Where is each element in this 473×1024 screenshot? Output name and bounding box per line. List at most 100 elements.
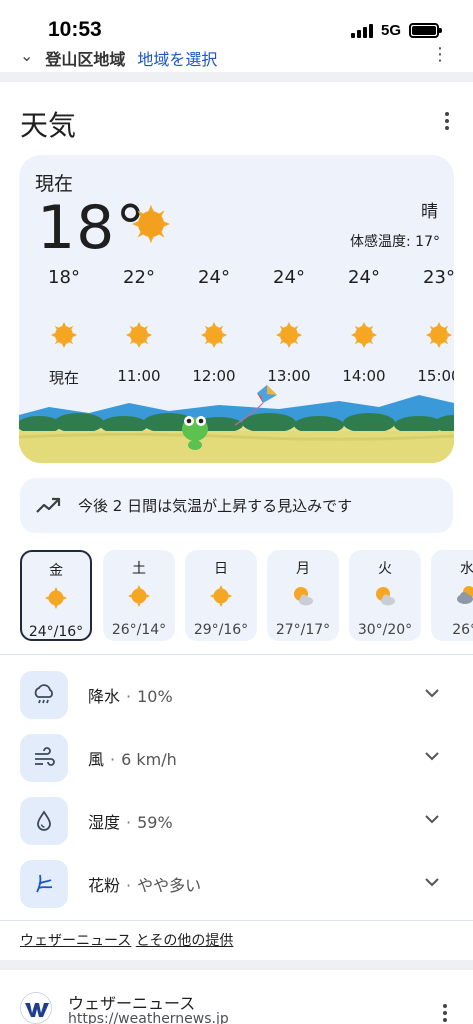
battery-icon	[409, 23, 442, 38]
sun-icon	[132, 205, 170, 243]
chevron-down-icon[interactable]	[425, 751, 439, 761]
humidity-text: 湿度 · 59%	[88, 813, 173, 832]
sun-icon	[45, 587, 67, 609]
chevron-down-icon[interactable]	[425, 688, 439, 698]
day-card[interactable]: 水 26°/	[431, 550, 473, 641]
weather-title: 天気	[20, 109, 77, 142]
hourly-item: 24° 12:00	[179, 267, 249, 385]
partly-cloudy-icon	[294, 587, 313, 606]
hour-time: 14:00	[342, 367, 386, 385]
detail-label: 降水	[88, 687, 121, 706]
day-temp: 29°/16°	[193, 622, 249, 638]
hourly-item: 24° 13:00	[254, 267, 324, 385]
day-card[interactable]: 火 30°/20°	[349, 550, 421, 641]
status-time: 10:53	[48, 18, 102, 41]
day-name: 金	[49, 563, 63, 579]
detail-label: 風	[88, 750, 105, 769]
hour-temp: 24°	[198, 267, 230, 288]
trending-up-icon	[36, 497, 61, 513]
day-card-selected[interactable]: 金 24°/16°	[20, 550, 92, 641]
day-temp: 26°/	[452, 622, 473, 638]
humidity-icon	[20, 797, 68, 845]
wind-row[interactable]: 風 · 6 km/h	[0, 731, 473, 783]
hour-temp: 24°	[348, 267, 380, 288]
detail-value: 10%	[137, 687, 173, 706]
trend-text: 今後 2 日間は気温が上昇する見込みです	[78, 497, 353, 515]
prev-row-label: 登山区地域	[45, 50, 126, 69]
divider	[0, 920, 473, 921]
chevron-down-icon[interactable]: ⌄	[20, 46, 33, 70]
hour-time: 12:00	[192, 367, 236, 385]
sun-icon	[426, 322, 452, 348]
day-card[interactable]: 月 27°/17°	[267, 550, 339, 641]
landscape-illustration	[19, 385, 454, 463]
sun-icon	[126, 322, 152, 348]
select-region-link[interactable]: 地域を選択	[137, 46, 217, 70]
weathernews-logo-icon	[20, 992, 52, 1024]
day-temp: 26°/14°	[111, 622, 167, 638]
hour-temp: 22°	[123, 267, 155, 288]
cloudy-sun-icon	[457, 586, 473, 604]
temperature-trend-banner: 今後 2 日間は気温が上昇する見込みです	[20, 478, 453, 533]
day-name: 火	[378, 561, 392, 577]
precipitation-row[interactable]: 降水 · 10%	[0, 668, 473, 720]
hour-time: 13:00	[267, 367, 311, 385]
result-more-options-icon[interactable]	[441, 1004, 449, 1022]
sun-icon	[276, 322, 302, 348]
daily-forecast[interactable]: 金 24°/16° 土 26°/14° 日 29°/16° 月 27°/17° …	[0, 550, 473, 642]
day-card[interactable]: 土 26°/14°	[103, 550, 175, 641]
data-source-line: ウェザーニュース とその他の提供	[20, 930, 233, 950]
precipitation-text: 降水 · 10%	[88, 687, 173, 706]
detail-label: 花粉	[88, 876, 121, 895]
hourly-item: 22° 11:00	[104, 267, 174, 385]
day-temp: 30°/20°	[357, 622, 413, 638]
current-temperature: 18°	[37, 193, 147, 263]
sun-icon	[128, 585, 150, 607]
detail-label: 湿度	[88, 813, 121, 832]
section-divider	[0, 960, 473, 970]
day-name: 水	[460, 561, 473, 577]
detail-value: 6 km/h	[121, 750, 177, 769]
hour-temp: 18°	[48, 267, 80, 288]
feels-like-text: 体感温度: 17°	[350, 234, 440, 250]
other-providers-link[interactable]: とその他の提供	[136, 933, 234, 949]
day-card[interactable]: 日 29°/16°	[185, 550, 257, 641]
rain-icon	[20, 671, 68, 719]
humidity-row[interactable]: 湿度 · 59%	[0, 794, 473, 846]
hour-temp: 24°	[273, 267, 305, 288]
result-url[interactable]: https://weathernews.jp	[68, 1011, 229, 1024]
hourly-forecast[interactable]: 18° 現在 22° 11:00 24° 12:00 24° 13:00 24°…	[19, 267, 454, 387]
detail-value: やや多い	[137, 876, 202, 895]
day-temp: 27°/17°	[275, 622, 331, 638]
previous-section-row: ⌄ 登山区地域 地域を選択 ⋮	[0, 44, 473, 70]
pollen-icon	[20, 860, 68, 908]
status-icons: 5G	[350, 22, 442, 39]
condition-text: 晴	[421, 202, 438, 222]
day-name: 月	[296, 561, 310, 577]
chevron-down-icon[interactable]	[425, 814, 439, 824]
pollen-text: 花粉 · やや多い	[88, 876, 202, 895]
partly-cloudy-icon	[376, 587, 395, 606]
provider-link[interactable]: ウェザーニュース	[20, 933, 131, 949]
sun-icon	[210, 585, 232, 607]
section-divider	[0, 72, 473, 82]
day-name: 日	[214, 561, 228, 577]
detail-value: 59%	[137, 813, 173, 832]
current-label: 現在	[35, 173, 74, 195]
pollen-row[interactable]: 花粉 · やや多い	[0, 857, 473, 909]
signal-icon	[350, 23, 373, 38]
more-options-icon[interactable]: ⋮	[431, 44, 449, 65]
sun-icon	[351, 322, 377, 348]
network-label: 5G	[380, 22, 401, 39]
divider	[0, 654, 473, 655]
hourly-item: 23° 15:00	[404, 267, 454, 385]
wind-text: 風 · 6 km/h	[88, 750, 177, 769]
weather-more-options-icon[interactable]	[443, 112, 451, 130]
hourly-item: 18° 現在	[29, 267, 99, 388]
wind-icon	[20, 734, 68, 782]
chevron-down-icon[interactable]	[425, 877, 439, 887]
hour-temp: 23°	[423, 267, 454, 288]
current-weather-card[interactable]: 現在 18° 晴 体感温度: 17° 18° 現在 22° 11:00 24° …	[19, 155, 454, 463]
hour-time: 11:00	[117, 367, 161, 385]
day-name: 土	[132, 561, 146, 577]
